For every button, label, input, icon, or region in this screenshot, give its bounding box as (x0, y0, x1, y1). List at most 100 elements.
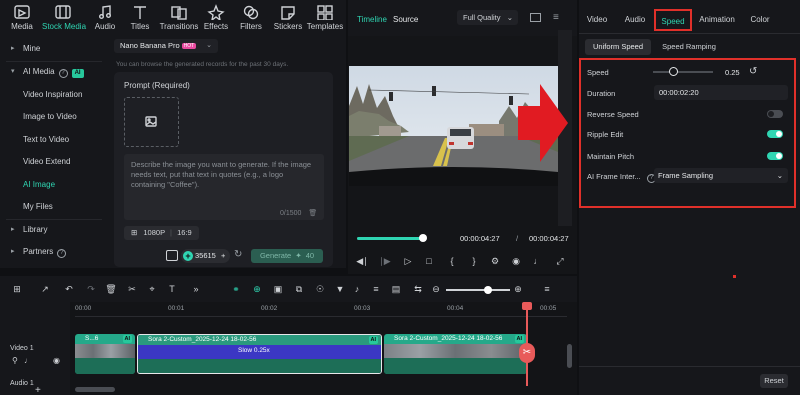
redo-icon[interactable]: ↷ (84, 283, 98, 295)
sidebar-item-ai-image[interactable]: AI Image (0, 175, 108, 195)
duration-field[interactable]: 00:00:02:20 (654, 85, 788, 100)
playhead-handle[interactable] (522, 302, 532, 310)
refresh-icon[interactable]: ↻ (234, 249, 242, 260)
scrub-track[interactable] (357, 237, 427, 240)
play-icon[interactable]: ▷ (401, 255, 415, 267)
reset-button[interactable]: Reset (760, 374, 788, 388)
ripple-edit-toggle[interactable] (767, 130, 783, 138)
fullscreen-icon[interactable]: ⤢ (553, 255, 567, 267)
zoom-out-icon[interactable]: ⊖ (429, 283, 443, 295)
tab-animation[interactable]: Animation (695, 9, 739, 31)
sync-icon[interactable]: ⊕ (250, 283, 264, 295)
reset-speed-icon[interactable]: ↺ (749, 66, 757, 77)
grid-icon[interactable]: ⊞ (10, 283, 24, 295)
tab-timeline[interactable]: Timeline (357, 15, 387, 24)
eye-icon[interactable]: ◉ (53, 356, 60, 365)
toolbar-effects-button[interactable]: Effects (198, 3, 234, 35)
mic-icon[interactable]: ♪ (350, 283, 364, 295)
ai-link-icon[interactable]: ⚭ (229, 283, 243, 295)
text-icon[interactable]: T (165, 283, 179, 295)
gallery-icon[interactable] (166, 250, 178, 261)
speaker-icon[interactable]: ♩ (24, 356, 32, 365)
zoom-slider-handle[interactable] (484, 286, 492, 294)
subtab-uniform-speed[interactable]: Uniform Speed (585, 39, 651, 55)
sidebar-item-image-to-video[interactable]: Image to Video (0, 107, 108, 127)
maintain-pitch-toggle[interactable] (767, 152, 783, 160)
trash-icon[interactable]: 🗑 (308, 210, 317, 217)
sidebar-item-ai-media[interactable]: ▾ AI Media? AI (0, 62, 108, 82)
timeline-vscrollbar[interactable] (567, 344, 572, 368)
zoom-slider[interactable] (446, 289, 510, 291)
resolution-ratio-select[interactable]: ⊞ 1080P | 16:9 (124, 226, 199, 240)
toolbar-stock-media-button[interactable]: Stock Media (42, 3, 86, 38)
tab-speed[interactable]: Speed (654, 9, 692, 31)
replace-icon[interactable]: ⇆ (411, 283, 425, 295)
tab-audio[interactable]: Audio (619, 9, 651, 31)
sidebar-item-video-inspiration[interactable]: Video Inspiration (0, 85, 108, 105)
sidebar-item-library[interactable]: ▸ Library (0, 220, 108, 240)
model-select[interactable]: Nano Banana Pro HOT ⌄ (114, 39, 218, 53)
toolbar-stickers-button[interactable]: Stickers (270, 3, 306, 35)
tab-source[interactable]: Source (393, 15, 418, 24)
timeline-menu-icon[interactable]: ≡ (540, 283, 554, 295)
sidebar-divider (6, 61, 102, 62)
caption-icon[interactable]: ▤ (389, 283, 403, 295)
scrub-handle[interactable] (418, 234, 427, 242)
sidebar-item-my-files[interactable]: My Files (0, 197, 108, 217)
crop-icon[interactable]: ⌖ (145, 283, 159, 295)
mark-out-icon[interactable]: } (467, 255, 481, 267)
lock-icon[interactable]: ⚲ (12, 356, 18, 365)
toolbar-media-button[interactable]: Media (4, 3, 40, 35)
scissors-icon[interactable]: ✂ (519, 343, 535, 363)
volume-icon[interactable]: ♩ (531, 255, 545, 267)
zoom-in-icon[interactable]: ⊕ (511, 283, 525, 295)
hot-badge: HOT (181, 43, 197, 49)
mark-in-icon[interactable]: { (445, 255, 459, 267)
timeline-scrollbar[interactable] (75, 387, 115, 392)
sidebar-item-text-to-video[interactable]: Text to Video (0, 130, 108, 150)
sidebar-item-partners[interactable]: ▸ Partners? (0, 242, 108, 262)
subtab-speed-ramping[interactable]: Speed Ramping (656, 39, 722, 55)
prev-frame-icon[interactable]: ◀∣ (355, 255, 369, 267)
help-icon[interactable]: ? (58, 69, 68, 78)
timeline-clip[interactable]: Sora 2-Custom_2025-12-24 18-02-56 AI (384, 334, 527, 374)
toolbar-filters-button[interactable]: Filters (233, 3, 269, 35)
copy-icon[interactable]: ⧉ (292, 283, 306, 295)
sidebar-item-mine[interactable]: ▸ Mine (0, 39, 108, 59)
step-back-icon[interactable]: ∣▶ (378, 255, 392, 267)
speed-slider-handle[interactable] (669, 67, 678, 76)
timeline-clip[interactable]: S...6 AI (75, 334, 135, 374)
toolbar-titles-button[interactable]: Titles (122, 3, 158, 35)
menu-icon[interactable]: ≡ (553, 12, 559, 23)
tab-color[interactable]: Color (744, 9, 776, 31)
credits-button[interactable]: 35615 + (181, 249, 230, 263)
select-icon[interactable]: ↗ (38, 283, 52, 295)
settings-icon[interactable]: ⚙ (488, 255, 502, 267)
image-upload[interactable] (124, 97, 179, 147)
timeline-clip-selected[interactable]: Sora 2-Custom_2025-12-24 18-02-56 AI Slo… (137, 334, 382, 374)
marker-icon[interactable]: ▼ (333, 283, 347, 295)
delete-icon[interactable]: 🗑 (104, 283, 118, 295)
undo-icon[interactable]: ↶ (62, 283, 76, 295)
tab-video[interactable]: Video (582, 9, 612, 31)
speed-slider[interactable] (653, 71, 713, 73)
add-track-icon[interactable]: + (35, 385, 41, 395)
stop-icon[interactable]: □ (422, 255, 436, 267)
sidebar-item-video-extend[interactable]: Video Extend (0, 152, 108, 172)
toolbar-transitions-button[interactable]: Transitions (158, 3, 200, 35)
camera-icon[interactable]: ◉ (509, 255, 523, 267)
quality-select[interactable]: Full Quality ⌄ (457, 10, 518, 25)
reverse-speed-toggle[interactable] (767, 110, 783, 118)
image-icon[interactable]: ▣ (271, 283, 285, 295)
more-icon[interactable]: » (189, 283, 203, 295)
split-icon[interactable]: ✂ (125, 283, 139, 295)
equalizer-icon[interactable]: ≡ (369, 283, 383, 295)
snapshot-grid-icon[interactable] (530, 13, 541, 22)
toolbar-audio-button[interactable]: Audio (87, 3, 123, 35)
help-icon[interactable]: ? (57, 249, 67, 258)
generate-button[interactable]: Generate ✦ 40 (251, 249, 323, 263)
shield-icon[interactable]: ☉ (313, 283, 327, 295)
frame-interpolation-select[interactable]: Frame Sampling ⌄ (654, 168, 788, 183)
toolbar-templates-button[interactable]: Templates (304, 3, 346, 35)
speed-value[interactable]: 0.25 (725, 68, 740, 77)
